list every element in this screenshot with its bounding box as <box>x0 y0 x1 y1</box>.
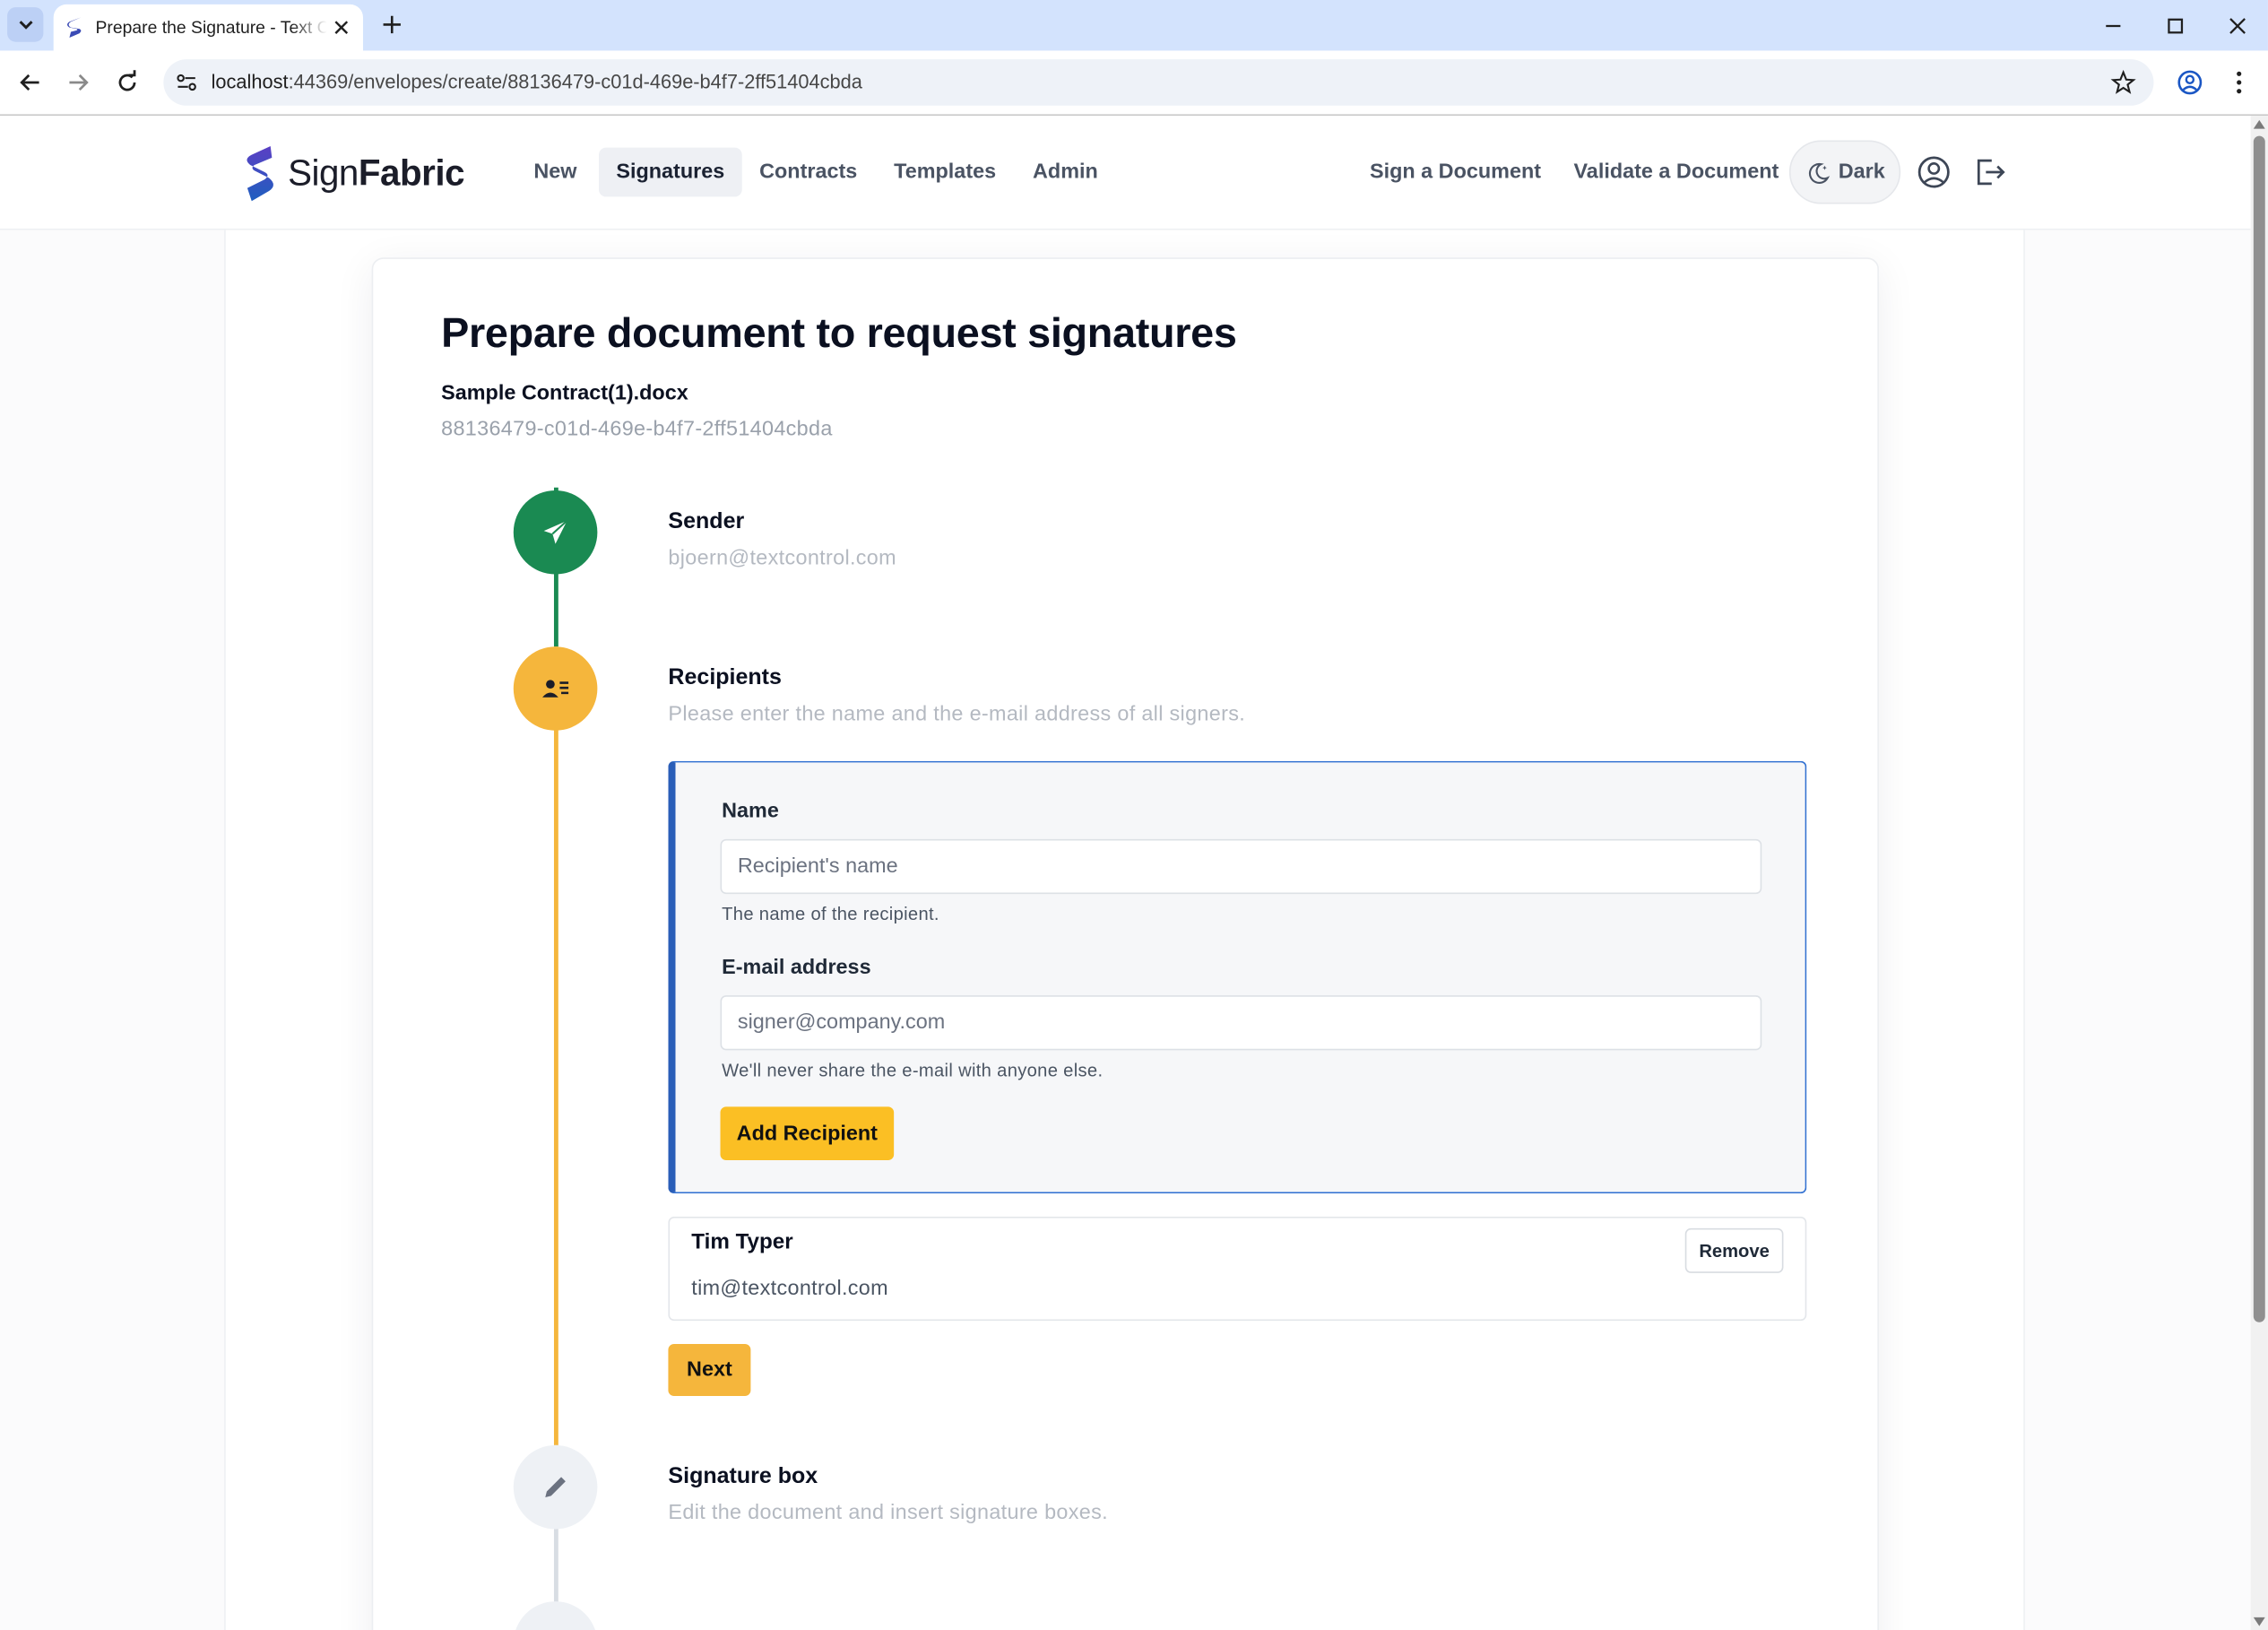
step-sender-marker <box>513 490 598 575</box>
scroll-up-arrow-icon[interactable] <box>2253 119 2265 129</box>
back-arrow-icon[interactable] <box>16 68 45 97</box>
maximize-icon[interactable] <box>2162 13 2188 39</box>
recipient-email-input[interactable] <box>720 995 1762 1051</box>
minimize-icon[interactable] <box>2100 13 2126 39</box>
theme-toggle-label: Dark <box>1838 160 1885 184</box>
app-viewport: SignFabric New Signatures Contracts Temp… <box>0 116 2251 1630</box>
recipient-name: Tim Typer <box>691 1229 793 1254</box>
nav-templates[interactable]: Templates <box>877 148 1014 197</box>
page-scrollbar[interactable] <box>2250 116 2268 1630</box>
pen-icon <box>545 1477 566 1497</box>
step-signature-description: Edit the document and insert signature b… <box>668 1501 1108 1525</box>
email-help-text: We'll never share the e-mail with anyone… <box>722 1060 1104 1081</box>
scroll-down-arrow-icon[interactable] <box>2253 1617 2265 1626</box>
brand-name-light: Sign <box>288 152 359 194</box>
close-window-icon[interactable] <box>2225 13 2251 39</box>
url-host: localhost <box>211 71 289 93</box>
nav-signatures[interactable]: Signatures <box>598 147 742 197</box>
step-sender-title: Sender <box>668 508 745 534</box>
envelope-id: 88136479-c01d-469e-b4f7-2ff51404cbda <box>441 418 833 442</box>
step-recipients-title: Recipients <box>668 665 782 690</box>
name-help-text: The name of the recipient. <box>722 904 939 925</box>
profile-icon[interactable] <box>2176 68 2204 97</box>
step-next-marker <box>513 1601 598 1630</box>
email-label: E-mail address <box>722 956 871 980</box>
step-signature-title: Signature box <box>668 1463 818 1489</box>
forward-arrow-icon[interactable] <box>64 68 92 97</box>
new-tab-icon[interactable] <box>379 12 405 38</box>
browser-tab-strip: Prepare the Signature - Text Control <box>0 0 2268 51</box>
sender-email: bjoern@textcontrol.com <box>668 546 896 570</box>
logout-icon[interactable] <box>1973 155 2008 190</box>
document-file-name: Sample Contract(1).docx <box>441 381 688 405</box>
add-recipient-button[interactable]: Add Recipient <box>720 1106 895 1161</box>
tab-search-button[interactable] <box>7 7 44 42</box>
app-navbar: SignFabric New Signatures Contracts Temp… <box>0 116 2251 230</box>
nav-new[interactable]: New <box>516 148 594 197</box>
address-bar[interactable]: localhost:44369/envelopes/create/8813647… <box>163 59 2154 106</box>
url-path: :44369/envelopes/create/88136479-c01d-46… <box>288 71 862 93</box>
paper-plane-icon <box>543 520 568 544</box>
next-button[interactable]: Next <box>668 1343 751 1397</box>
nav-admin[interactable]: Admin <box>1016 148 1116 197</box>
browser-tab[interactable]: Prepare the Signature - Text Control <box>53 4 363 51</box>
page-gutter-right <box>2023 230 2251 1630</box>
recipient-name-input[interactable] <box>720 838 1762 895</box>
site-info-icon[interactable] <box>175 71 198 94</box>
recipient-item: Tim Typer tim@textcontrol.com Remove <box>668 1216 1807 1322</box>
step-recipients-description: Please enter the name and the e-mail add… <box>668 703 1246 726</box>
remove-recipient-button[interactable]: Remove <box>1684 1227 1784 1273</box>
add-recipient-form: Name The name of the recipient. E-mail a… <box>668 760 1807 1194</box>
address-card-icon <box>542 680 569 698</box>
recipient-email: tim@textcontrol.com <box>691 1277 888 1301</box>
brand-logo[interactable]: SignFabric <box>243 144 465 203</box>
theme-toggle-button[interactable]: Dark <box>1788 140 1901 204</box>
scrollbar-thumb[interactable] <box>2253 135 2265 1322</box>
brand-name: SignFabric <box>288 152 464 195</box>
timeline-line-recipients <box>553 646 558 1445</box>
moon-icon <box>1808 162 1831 184</box>
signfabric-favicon-icon <box>67 17 82 38</box>
tab-title: Prepare the Signature - Text Control <box>95 17 326 38</box>
page-title: Prepare document to request signatures <box>441 310 1237 358</box>
step-signature-marker <box>513 1444 598 1530</box>
reload-icon[interactable] <box>113 68 142 97</box>
step-recipients-marker <box>513 646 598 731</box>
browser-menu-icon[interactable] <box>2225 68 2254 97</box>
brand-name-bold: Fabric <box>358 152 465 194</box>
prepare-document-card: Prepare document to request signatures S… <box>371 257 1879 1630</box>
user-account-icon[interactable] <box>1917 155 1952 190</box>
name-label: Name <box>722 800 779 824</box>
signfabric-logo-icon <box>247 145 273 202</box>
nav-sign-document[interactable]: Sign a Document <box>1353 148 1559 197</box>
nav-contracts[interactable]: Contracts <box>742 148 875 197</box>
chevron-down-icon <box>18 21 32 30</box>
bookmark-star-icon[interactable] <box>2110 69 2136 95</box>
browser-toolbar: localhost:44369/envelopes/create/8813647… <box>0 50 2268 117</box>
nav-validate-document[interactable]: Validate a Document <box>1556 148 1796 197</box>
close-tab-icon[interactable] <box>331 17 351 38</box>
url-text: localhost:44369/envelopes/create/8813647… <box>212 71 862 92</box>
page-gutter-left <box>0 230 226 1630</box>
